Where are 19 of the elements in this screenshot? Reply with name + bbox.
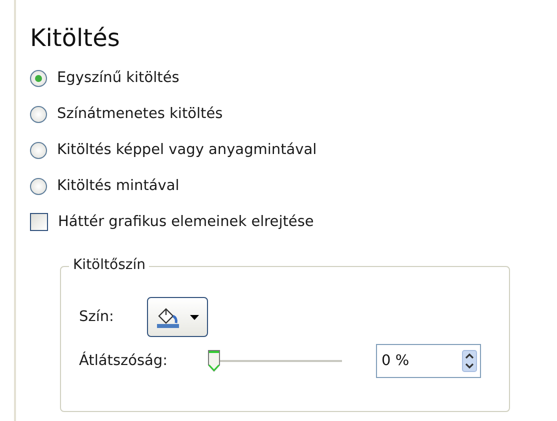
transparency-label: Átlátszóság: — [79, 353, 168, 369]
caret-icon — [190, 314, 199, 320]
radio-button[interactable] — [30, 70, 47, 86]
radio-button[interactable] — [30, 178, 47, 194]
radio-label[interactable]: Színátmenetes kitöltés — [57, 106, 223, 122]
section-title: Kitöltés — [30, 24, 121, 52]
radio-label[interactable]: Kitöltés mintával — [57, 178, 180, 194]
slider-thumb[interactable] — [208, 350, 220, 372]
checkbox-label[interactable]: Háttér grafikus elemeinek elrejtése — [58, 214, 314, 230]
radio-button[interactable] — [30, 106, 47, 122]
radio-label[interactable]: Kitöltés képpel vagy anyagmintával — [57, 142, 317, 158]
radio-label[interactable]: Egyszínű kitöltés — [57, 70, 180, 86]
checkbox[interactable] — [30, 213, 48, 231]
percent-spinbox[interactable]: 0 % — [376, 344, 481, 378]
spin-arrows-icon[interactable] — [462, 350, 477, 372]
color-label: Szín: — [79, 309, 115, 325]
color-button[interactable] — [147, 297, 208, 337]
radio-button[interactable] — [30, 142, 47, 158]
paint-bucket-icon — [156, 306, 180, 328]
